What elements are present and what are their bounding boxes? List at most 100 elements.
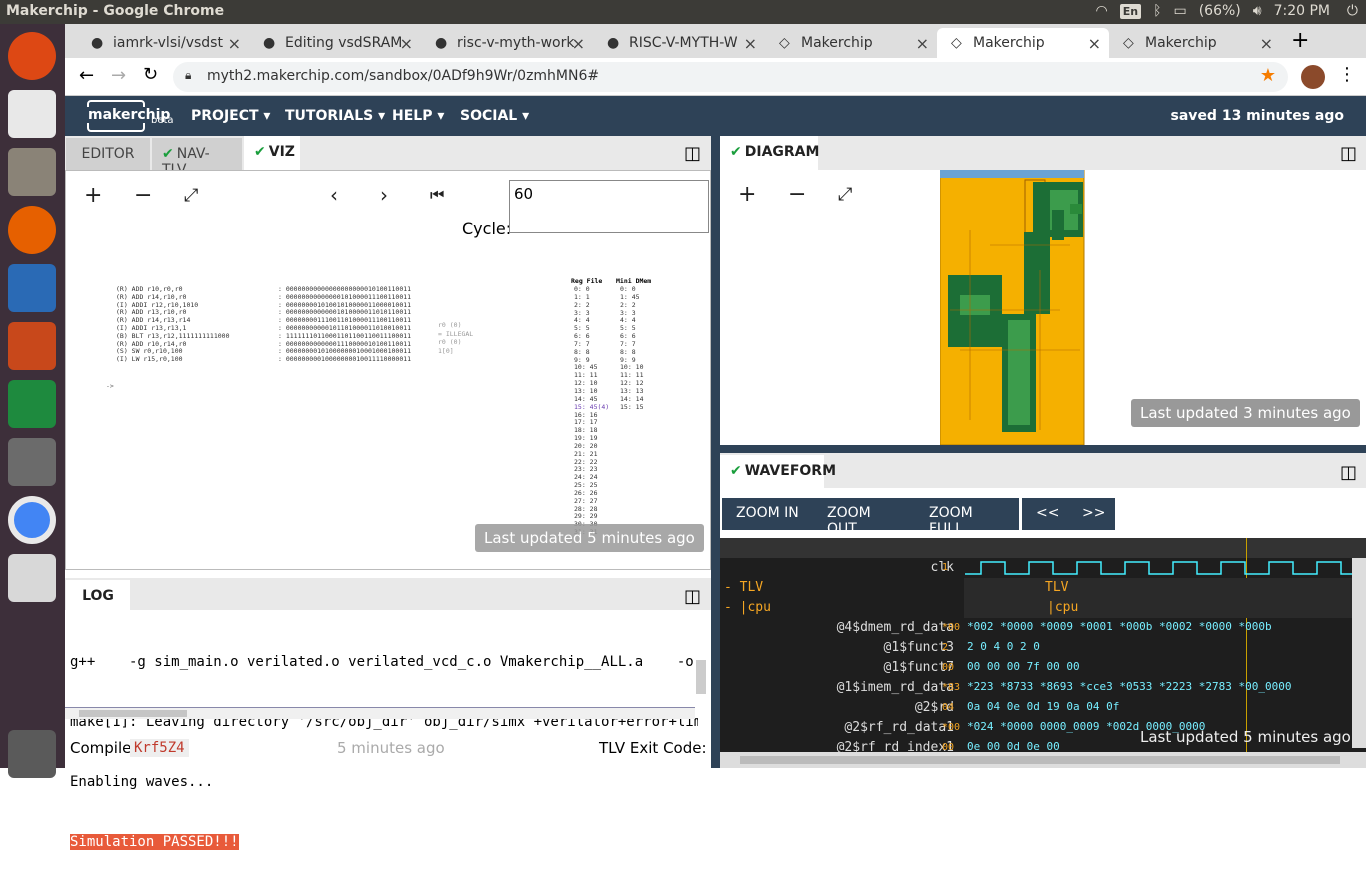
waveform-signal-row[interactable]: clk 1 bbox=[720, 558, 1366, 578]
zoom-full-button[interactable]: ZOOM FULL bbox=[915, 498, 1019, 537]
zoom-out-button[interactable]: ZOOM OUT bbox=[813, 498, 916, 537]
language-indicator[interactable]: En bbox=[1119, 3, 1142, 19]
wifi-icon[interactable]: ◠ bbox=[1095, 3, 1107, 19]
signal-values: 00 00 00 7f 00 00 bbox=[967, 660, 1080, 673]
signal-values: |cpu bbox=[1047, 600, 1079, 615]
close-icon[interactable]: × bbox=[744, 34, 757, 53]
beta-label: beta bbox=[151, 115, 174, 126]
browser-tab-active[interactable]: ◇ Makerchip × bbox=[937, 28, 1109, 58]
browser-tab[interactable]: ● risc-v-myth-work × bbox=[421, 28, 593, 58]
forward-icon[interactable]: → bbox=[111, 65, 126, 86]
menu-icon[interactable]: ⋮ bbox=[1338, 64, 1356, 85]
writer-icon[interactable] bbox=[8, 264, 56, 312]
maximize-pane-icon[interactable]: ◫ bbox=[684, 143, 701, 164]
close-icon[interactable]: × bbox=[1260, 34, 1273, 53]
zoom-out-icon[interactable]: − bbox=[788, 182, 806, 207]
reload-icon[interactable]: ↻ bbox=[143, 64, 158, 85]
files-icon[interactable] bbox=[8, 148, 56, 196]
circuit-diagram[interactable] bbox=[940, 170, 1085, 445]
check-icon: ✔ bbox=[254, 144, 266, 160]
scroll-left-button[interactable]: << bbox=[1022, 498, 1068, 530]
log-tab-bar bbox=[65, 578, 711, 610]
calc-icon[interactable] bbox=[8, 380, 56, 428]
settings-icon[interactable] bbox=[8, 438, 56, 486]
tab-log[interactable]: LOG bbox=[66, 580, 130, 610]
bookmark-star-icon[interactable]: ★ bbox=[1260, 65, 1276, 86]
signal-name: @2$rf_rd_data1 bbox=[844, 720, 954, 735]
close-icon[interactable]: × bbox=[572, 34, 585, 53]
tab-diagram[interactable]: ✔ DIAGRAM bbox=[720, 136, 819, 170]
address-bar[interactable]: 🔒︎ myth2.makerchip.com/sandbox/0ADf9h9Wr… bbox=[173, 62, 1288, 92]
chrome-icon[interactable] bbox=[8, 496, 56, 544]
diagram-last-updated: Last updated 3 minutes ago bbox=[1131, 399, 1360, 427]
list-item: r0 (0) bbox=[438, 338, 462, 346]
first-cycle-icon[interactable]: ⏮ bbox=[430, 185, 444, 205]
text-editor-icon[interactable] bbox=[8, 554, 56, 602]
close-icon[interactable]: × bbox=[1088, 34, 1101, 53]
clock[interactable]: 7:20 PM bbox=[1274, 3, 1330, 19]
browser-tab[interactable]: ● iamrk-vlsi/vsdst × bbox=[77, 28, 249, 58]
browser-tab[interactable]: ◇ Makerchip × bbox=[1109, 28, 1281, 58]
close-icon[interactable]: × bbox=[400, 34, 413, 53]
fullscreen-icon[interactable]: ⤢ bbox=[838, 184, 852, 205]
waveform-horizontal-scrollbar[interactable] bbox=[720, 752, 1366, 768]
zoom-in-icon[interactable]: + bbox=[738, 182, 756, 207]
browser-tab[interactable]: ● RISC-V-MYTH-W × bbox=[593, 28, 765, 58]
battery-icon[interactable]: ▭ bbox=[1173, 3, 1186, 19]
maximize-pane-icon[interactable]: ◫ bbox=[1340, 143, 1357, 164]
power-icon[interactable]: ⏻ bbox=[1347, 3, 1358, 19]
next-cycle-icon[interactable]: › bbox=[380, 183, 388, 207]
bluetooth-icon[interactable]: ᛒ bbox=[1153, 3, 1161, 19]
log-horizontal-scrollbar[interactable] bbox=[65, 707, 695, 719]
zoom-in-icon[interactable]: + bbox=[84, 183, 102, 208]
document-viewer-icon[interactable] bbox=[8, 90, 56, 138]
waveform-signal-row[interactable]: - TLV TLV bbox=[720, 578, 1366, 598]
vertical-splitter[interactable] bbox=[711, 136, 720, 768]
ubuntu-home-icon[interactable] bbox=[8, 32, 56, 80]
system-status-area[interactable]: ◠ En ᛒ ▭ (66%) 🔊︎ 7:20 PM ⏻ bbox=[1095, 3, 1366, 19]
new-tab-button[interactable]: + bbox=[1291, 28, 1309, 53]
zoom-out-icon[interactable]: − bbox=[134, 183, 152, 208]
close-icon[interactable]: × bbox=[228, 34, 241, 53]
impress-icon[interactable] bbox=[8, 322, 56, 370]
menu-project[interactable]: PROJECT ▾ bbox=[191, 108, 270, 124]
log-vertical-scrollbar[interactable] bbox=[696, 660, 706, 694]
waveform-signal-row[interactable]: @1$funct3 2 2 0 4 0 2 0 bbox=[720, 638, 1366, 658]
pc-arrow: -> bbox=[106, 382, 114, 390]
prev-cycle-icon[interactable]: ‹ bbox=[330, 183, 338, 207]
tab-viz[interactable]: ✔ VIZ bbox=[244, 136, 300, 170]
trash-icon[interactable] bbox=[8, 730, 56, 778]
browser-tab[interactable]: ◇ Makerchip × bbox=[765, 28, 937, 58]
compile-id[interactable]: Krf5Z4 bbox=[130, 739, 189, 757]
menu-help[interactable]: HELP ▾ bbox=[392, 108, 444, 124]
menu-tutorials[interactable]: TUTORIALS ▾ bbox=[285, 108, 385, 124]
fullscreen-icon[interactable]: ⤢ bbox=[184, 185, 198, 206]
viz-last-updated: Last updated 5 minutes ago bbox=[475, 524, 704, 552]
tab-waveform[interactable]: ✔ WAVEFORM bbox=[720, 455, 836, 488]
waveform-vertical-scrollbar[interactable] bbox=[1352, 558, 1366, 748]
tab-nav-tlv[interactable]: ✔NAV-TLV bbox=[152, 138, 242, 178]
cycle-input[interactable]: 60 bbox=[509, 180, 709, 233]
signal-values: *002 *0000 *0009 *0001 *000b *0002 *0000… bbox=[967, 620, 1272, 633]
waveform-signal-row[interactable]: @1$funct7 00 00 00 00 7f 00 00 bbox=[720, 658, 1366, 678]
avatar[interactable] bbox=[1301, 65, 1325, 89]
check-icon: ✔ bbox=[162, 146, 174, 162]
tab-editor[interactable]: EDITOR bbox=[66, 138, 150, 170]
scroll-right-button[interactable]: >> bbox=[1068, 498, 1115, 530]
signal-name: - TLV bbox=[724, 580, 764, 595]
github-icon: ● bbox=[435, 35, 448, 51]
close-icon[interactable]: × bbox=[916, 34, 929, 53]
zoom-in-button[interactable]: ZOOM IN bbox=[722, 498, 814, 530]
browser-tab[interactable]: ● Editing vsdSRAM × bbox=[249, 28, 421, 58]
maximize-pane-icon[interactable]: ◫ bbox=[684, 586, 701, 607]
firefox-icon[interactable] bbox=[8, 206, 56, 254]
maximize-pane-icon[interactable]: ◫ bbox=[1340, 462, 1357, 483]
back-icon[interactable]: ← bbox=[79, 65, 94, 86]
horizontal-splitter[interactable] bbox=[720, 445, 1366, 453]
waveform-signal-row[interactable]: @4$dmem_rd_data *00 *002 *0000 *0009 *0001… bbox=[720, 618, 1366, 638]
menu-social[interactable]: SOCIAL ▾ bbox=[460, 108, 529, 124]
waveform-signal-row[interactable]: - |cpu |cpu bbox=[720, 598, 1366, 618]
volume-icon[interactable]: 🔊︎ bbox=[1253, 3, 1262, 19]
waveform-signal-row[interactable]: @1$imem_rd_data *83 *223 *8733 *8693 *cce3… bbox=[720, 678, 1366, 698]
waveform-signal-row[interactable]: @2$rd 04 0a 04 0e 0d 19 0a 04 0f bbox=[720, 698, 1366, 718]
